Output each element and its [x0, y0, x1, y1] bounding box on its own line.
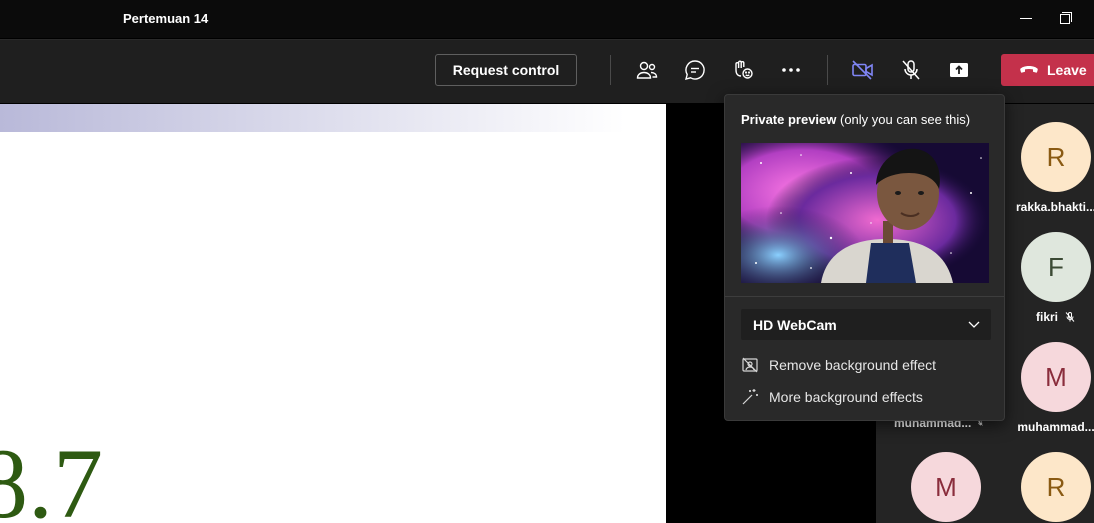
- participant-tile[interactable]: M: [901, 452, 991, 522]
- camera-preview-video: [741, 143, 989, 283]
- slide-header-band: [0, 104, 625, 132]
- share-icon: [950, 63, 968, 77]
- camera-select-dropdown[interactable]: HD WebCam: [741, 309, 991, 340]
- request-control-button[interactable]: Request control: [435, 54, 577, 86]
- shared-screen: 8.7: [0, 104, 666, 523]
- video-off-icon: [852, 60, 873, 80]
- camera-toggle-button[interactable]: [851, 58, 875, 82]
- share-screen-button[interactable]: [947, 58, 971, 82]
- leave-button[interactable]: Leave: [1001, 54, 1094, 86]
- galaxy-background-image: [741, 143, 989, 283]
- more-icon: [782, 68, 800, 72]
- camera-select-value: HD WebCam: [753, 316, 837, 333]
- participants-button[interactable]: [635, 58, 659, 82]
- participant-tile[interactable]: M muhammad...: [1011, 342, 1094, 434]
- popup-divider: [725, 296, 1004, 297]
- reactions-icon: [735, 60, 753, 79]
- more-actions-button[interactable]: [779, 58, 803, 82]
- leave-label: Leave: [1047, 62, 1087, 78]
- mic-off-icon: [1065, 312, 1075, 322]
- meeting-title: Pertemuan 14: [123, 11, 209, 26]
- minimize-button[interactable]: [1016, 8, 1036, 28]
- preview-heading-note: (only you can see this): [836, 112, 971, 127]
- toolbar-divider: [827, 55, 828, 85]
- remove-background-effect-option[interactable]: Remove background effect: [741, 353, 991, 377]
- toolbar-divider: [610, 55, 611, 85]
- participant-tile[interactable]: R rakka.bhakti...: [1011, 122, 1094, 214]
- hangup-icon: [1020, 66, 1038, 73]
- title-bar: Pertemuan 14: [0, 0, 1094, 38]
- avatar: M: [1021, 342, 1091, 412]
- avatar: R: [1021, 122, 1091, 192]
- camera-preview-popup: Private preview (only you can see this): [724, 94, 1005, 421]
- participant-name: muhammad...: [1017, 420, 1094, 434]
- slide-number-text: 8.7: [0, 428, 103, 523]
- chat-icon: [685, 60, 705, 80]
- avatar: F: [1021, 232, 1091, 302]
- more-background-effects-option[interactable]: More background effects: [741, 385, 991, 409]
- remove-background-label: Remove background effect: [769, 357, 937, 373]
- reactions-button[interactable]: [731, 58, 755, 82]
- minimize-icon: [1020, 17, 1032, 19]
- avatar: M: [911, 452, 981, 522]
- restore-button[interactable]: [1056, 8, 1076, 28]
- remove-background-icon: [742, 357, 758, 373]
- participant-name: rakka.bhakti...: [1015, 200, 1094, 214]
- participants-icon: [636, 61, 658, 79]
- preview-heading: Private preview (only you can see this): [741, 112, 970, 127]
- more-background-label: More background effects: [769, 389, 923, 405]
- participant-name: fikri: [1035, 310, 1058, 324]
- avatar: R: [1021, 452, 1091, 522]
- magic-wand-icon: [742, 389, 758, 405]
- mic-off-icon: [902, 60, 920, 80]
- chat-button[interactable]: [683, 58, 707, 82]
- mic-toggle-button[interactable]: [899, 58, 923, 82]
- restore-icon: [1060, 12, 1072, 24]
- participant-tile[interactable]: R: [1011, 452, 1094, 522]
- participant-tile[interactable]: F fikri: [1011, 232, 1094, 324]
- chevron-down-icon: [968, 321, 980, 328]
- preview-heading-bold: Private preview: [741, 112, 837, 127]
